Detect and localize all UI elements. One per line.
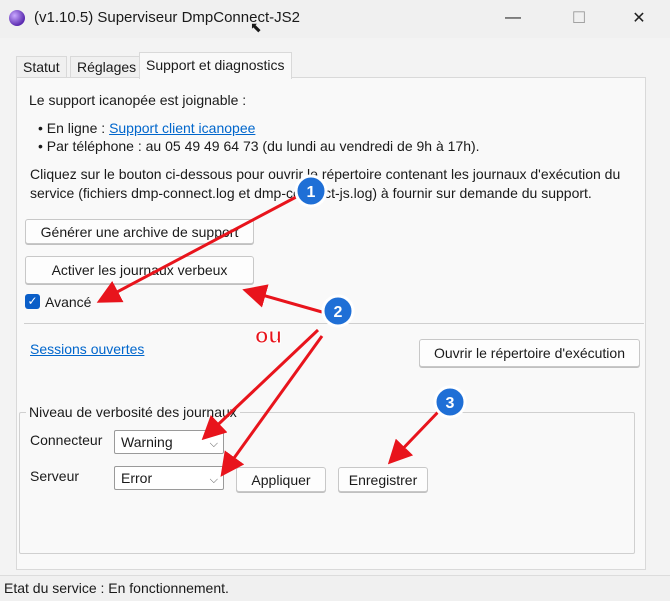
open-exec-dir-button[interactable]: Ouvrir le répertoire d'exécution xyxy=(419,339,640,367)
connector-label: Connecteur xyxy=(30,432,103,448)
sessions-link[interactable]: Sessions ouvertes xyxy=(30,341,144,357)
app-icon xyxy=(9,10,25,26)
tab-statut[interactable]: Statut xyxy=(16,56,67,79)
save-button[interactable]: Enregistrer xyxy=(338,467,428,492)
connector-value: Warning xyxy=(121,434,173,450)
support-link[interactable]: Support client icanopee xyxy=(109,120,255,136)
status-text: Etat du service : En fonctionnement. xyxy=(4,580,229,596)
tab-support-diagnostics[interactable]: Support et diagnostics xyxy=(139,52,292,79)
advanced-label: Avancé xyxy=(45,294,92,310)
verbose-logs-button[interactable]: Activer les journaux verbeux xyxy=(25,256,254,284)
close-button[interactable]: ✕ xyxy=(616,4,662,32)
minimize-button[interactable]: — xyxy=(490,4,536,32)
chevron-down-icon: ⌵ xyxy=(209,438,218,450)
advanced-checkbox[interactable]: ✓ xyxy=(25,294,40,309)
support-intro: Le support icanopée est joignable : xyxy=(29,92,247,108)
separator xyxy=(24,323,644,324)
apply-button[interactable]: Appliquer xyxy=(236,467,326,492)
chevron-down-icon: ⌵ xyxy=(209,474,218,486)
connector-select[interactable]: Warning ⌵ xyxy=(114,430,224,454)
server-value: Error xyxy=(121,470,153,486)
online-line: • En ligne : Support client icanopee xyxy=(38,120,255,136)
mouse-cursor-icon: ⬉ xyxy=(250,19,262,35)
generate-archive-button[interactable]: Générer une archive de support xyxy=(25,219,254,244)
maximize-button[interactable]: ☐ xyxy=(556,4,602,32)
tab-reglages[interactable]: Réglages xyxy=(70,56,144,79)
description-line-2: service (fichiers dmp-connect.log et dmp… xyxy=(30,185,592,201)
verbosity-group-label: Niveau de verbosité des journaux xyxy=(26,404,240,420)
online-prefix: • En ligne : xyxy=(38,120,110,136)
server-label: Serveur xyxy=(30,468,80,484)
server-select[interactable]: Error ⌵ xyxy=(114,466,224,490)
phone-line: • Par téléphone : au 05 49 49 64 73 (du … xyxy=(38,138,480,154)
description-line-1: Cliquez sur le bouton ci-dessous pour ou… xyxy=(30,166,621,182)
verbosity-groupbox xyxy=(19,412,635,554)
